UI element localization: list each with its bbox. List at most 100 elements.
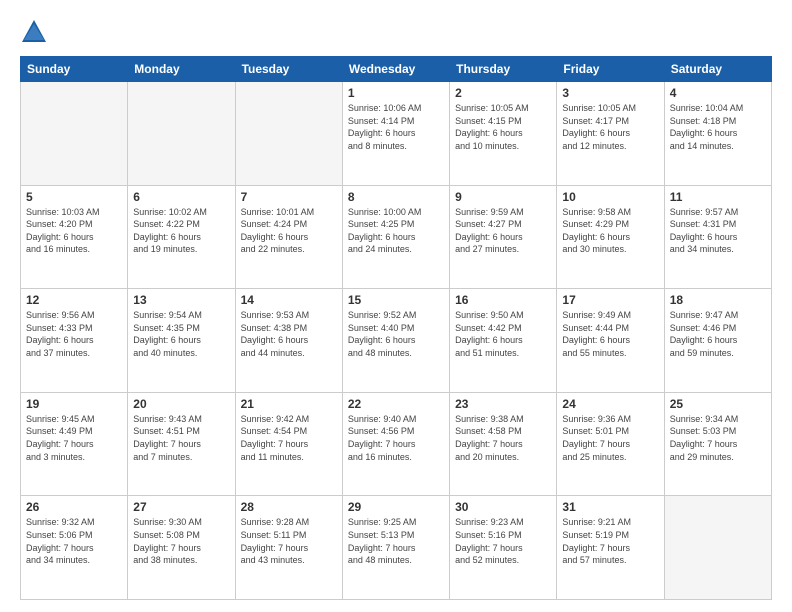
day-info: Sunrise: 9:54 AMSunset: 4:35 PMDaylight:… (133, 309, 229, 359)
calendar-cell: 27 Sunrise: 9:30 AMSunset: 5:08 PMDayligh… (128, 496, 235, 600)
weekday-header-wednesday: Wednesday (342, 57, 449, 82)
day-info: Sunrise: 10:06 AMSunset: 4:14 PMDaylight… (348, 102, 444, 152)
calendar-cell (21, 82, 128, 186)
day-number: 23 (455, 397, 551, 411)
calendar-cell: 6 Sunrise: 10:02 AMSunset: 4:22 PMDayligh… (128, 185, 235, 289)
day-number: 31 (562, 500, 658, 514)
day-number: 29 (348, 500, 444, 514)
calendar-table: SundayMondayTuesdayWednesdayThursdayFrid… (20, 56, 772, 600)
day-number: 26 (26, 500, 122, 514)
day-number: 28 (241, 500, 337, 514)
day-number: 4 (670, 86, 766, 100)
day-number: 12 (26, 293, 122, 307)
page: SundayMondayTuesdayWednesdayThursdayFrid… (0, 0, 792, 612)
day-info: Sunrise: 9:47 AMSunset: 4:46 PMDaylight:… (670, 309, 766, 359)
day-info: Sunrise: 10:03 AMSunset: 4:20 PMDaylight… (26, 206, 122, 256)
day-info: Sunrise: 10:02 AMSunset: 4:22 PMDaylight… (133, 206, 229, 256)
day-info: Sunrise: 9:59 AMSunset: 4:27 PMDaylight:… (455, 206, 551, 256)
week-row-3: 19Sunrise: 9:45 AMSunset: 4:49 PMDayligh… (21, 392, 772, 496)
day-info: Sunrise: 10:00 AMSunset: 4:25 PMDaylight… (348, 206, 444, 256)
day-info: Sunrise: 9:57 AMSunset: 4:31 PMDaylight:… (670, 206, 766, 256)
day-number: 15 (348, 293, 444, 307)
day-info: Sunrise: 9:32 AMSunset: 5:06 PMDaylight:… (26, 516, 122, 566)
day-number: 2 (455, 86, 551, 100)
day-info: Sunrise: 9:21 AMSunset: 5:19 PMDaylight:… (562, 516, 658, 566)
weekday-header-monday: Monday (128, 57, 235, 82)
day-info: Sunrise: 9:38 AMSunset: 4:58 PMDaylight:… (455, 413, 551, 463)
calendar-cell: 10 Sunrise: 9:58 AMSunset: 4:29 PMDayligh… (557, 185, 664, 289)
calendar-cell: 8 Sunrise: 10:00 AMSunset: 4:25 PMDayligh… (342, 185, 449, 289)
calendar-cell: 18 Sunrise: 9:47 AMSunset: 4:46 PMDayligh… (664, 289, 771, 393)
day-number: 20 (133, 397, 229, 411)
day-number: 10 (562, 190, 658, 204)
day-info: Sunrise: 9:56 AMSunset: 4:33 PMDaylight:… (26, 309, 122, 359)
day-number: 21 (241, 397, 337, 411)
header (20, 18, 772, 46)
calendar-cell: 14 Sunrise: 9:53 AMSunset: 4:38 PMDayligh… (235, 289, 342, 393)
calendar-cell: 4 Sunrise: 10:04 AMSunset: 4:18 PMDayligh… (664, 82, 771, 186)
day-info: Sunrise: 9:25 AMSunset: 5:13 PMDaylight:… (348, 516, 444, 566)
day-number: 27 (133, 500, 229, 514)
day-info: Sunrise: 9:58 AMSunset: 4:29 PMDaylight:… (562, 206, 658, 256)
week-row-2: 12 Sunrise: 9:56 AMSunset: 4:33 PMDayligh… (21, 289, 772, 393)
day-number: 16 (455, 293, 551, 307)
calendar-cell: 11 Sunrise: 9:57 AMSunset: 4:31 PMDayligh… (664, 185, 771, 289)
day-info: Sunrise: 9:40 AMSunset: 4:56 PMDaylight:… (348, 413, 444, 463)
day-number: 30 (455, 500, 551, 514)
day-info: Sunrise: 10:05 AMSunset: 4:15 PMDaylight… (455, 102, 551, 152)
calendar-cell: 21 Sunrise: 9:42 AMSunset: 4:54 PMDayligh… (235, 392, 342, 496)
day-info: Sunrise: 9:42 AMSunset: 4:54 PMDaylight:… (241, 413, 337, 463)
day-info: Sunrise: 9:53 AMSunset: 4:38 PMDaylight:… (241, 309, 337, 359)
day-info: Sunrise: 9:30 AMSunset: 5:08 PMDaylight:… (133, 516, 229, 566)
calendar-cell (235, 82, 342, 186)
day-info: Sunrise: 9:36 AMSunset: 5:01 PMDaylight:… (562, 413, 658, 463)
calendar-cell: 15 Sunrise: 9:52 AMSunset: 4:40 PMDayligh… (342, 289, 449, 393)
day-info: Sunrise: 9:23 AMSunset: 5:16 PMDaylight:… (455, 516, 551, 566)
day-number: 18 (670, 293, 766, 307)
weekday-header-friday: Friday (557, 57, 664, 82)
day-info: Sunrise: 9:43 AMSunset: 4:51 PMDaylight:… (133, 413, 229, 463)
calendar-cell: 13Sunrise: 9:54 AMSunset: 4:35 PMDayligh… (128, 289, 235, 393)
day-info: Sunrise: 10:01 AMSunset: 4:24 PMDaylight… (241, 206, 337, 256)
day-info: Sunrise: 9:34 AMSunset: 5:03 PMDaylight:… (670, 413, 766, 463)
logo-icon (20, 18, 48, 46)
week-row-1: 5 Sunrise: 10:03 AMSunset: 4:20 PMDayligh… (21, 185, 772, 289)
day-info: Sunrise: 9:28 AMSunset: 5:11 PMDaylight:… (241, 516, 337, 566)
day-number: 8 (348, 190, 444, 204)
calendar-cell: 16Sunrise: 9:50 AMSunset: 4:42 PMDayligh… (450, 289, 557, 393)
calendar-cell: 20 Sunrise: 9:43 AMSunset: 4:51 PMDayligh… (128, 392, 235, 496)
week-row-4: 26 Sunrise: 9:32 AMSunset: 5:06 PMDayligh… (21, 496, 772, 600)
calendar-cell: 25 Sunrise: 9:34 AMSunset: 5:03 PMDayligh… (664, 392, 771, 496)
day-number: 24 (562, 397, 658, 411)
weekday-header-saturday: Saturday (664, 57, 771, 82)
weekday-header-tuesday: Tuesday (235, 57, 342, 82)
calendar-cell: 23 Sunrise: 9:38 AMSunset: 4:58 PMDayligh… (450, 392, 557, 496)
calendar-cell (128, 82, 235, 186)
day-info: Sunrise: 9:52 AMSunset: 4:40 PMDaylight:… (348, 309, 444, 359)
day-number: 1 (348, 86, 444, 100)
calendar-cell: 9 Sunrise: 9:59 AMSunset: 4:27 PMDaylight… (450, 185, 557, 289)
calendar-cell: 7 Sunrise: 10:01 AMSunset: 4:24 PMDayligh… (235, 185, 342, 289)
calendar-cell (664, 496, 771, 600)
day-number: 17 (562, 293, 658, 307)
day-number: 3 (562, 86, 658, 100)
calendar-cell: 12 Sunrise: 9:56 AMSunset: 4:33 PMDayligh… (21, 289, 128, 393)
day-number: 25 (670, 397, 766, 411)
logo (20, 18, 52, 46)
week-row-0: 1 Sunrise: 10:06 AMSunset: 4:14 PMDayligh… (21, 82, 772, 186)
day-info: Sunrise: 9:45 AMSunset: 4:49 PMDaylight:… (26, 413, 122, 463)
calendar-cell: 2 Sunrise: 10:05 AMSunset: 4:15 PMDayligh… (450, 82, 557, 186)
day-info: Sunrise: 10:04 AMSunset: 4:18 PMDaylight… (670, 102, 766, 152)
calendar-cell: 28 Sunrise: 9:28 AMSunset: 5:11 PMDayligh… (235, 496, 342, 600)
calendar-cell: 24 Sunrise: 9:36 AMSunset: 5:01 PMDayligh… (557, 392, 664, 496)
calendar-cell: 19Sunrise: 9:45 AMSunset: 4:49 PMDayligh… (21, 392, 128, 496)
day-number: 14 (241, 293, 337, 307)
day-number: 5 (26, 190, 122, 204)
calendar-cell: 1 Sunrise: 10:06 AMSunset: 4:14 PMDayligh… (342, 82, 449, 186)
calendar-cell: 31 Sunrise: 9:21 AMSunset: 5:19 PMDayligh… (557, 496, 664, 600)
day-number: 6 (133, 190, 229, 204)
weekday-header-sunday: Sunday (21, 57, 128, 82)
day-number: 11 (670, 190, 766, 204)
day-number: 7 (241, 190, 337, 204)
day-number: 9 (455, 190, 551, 204)
